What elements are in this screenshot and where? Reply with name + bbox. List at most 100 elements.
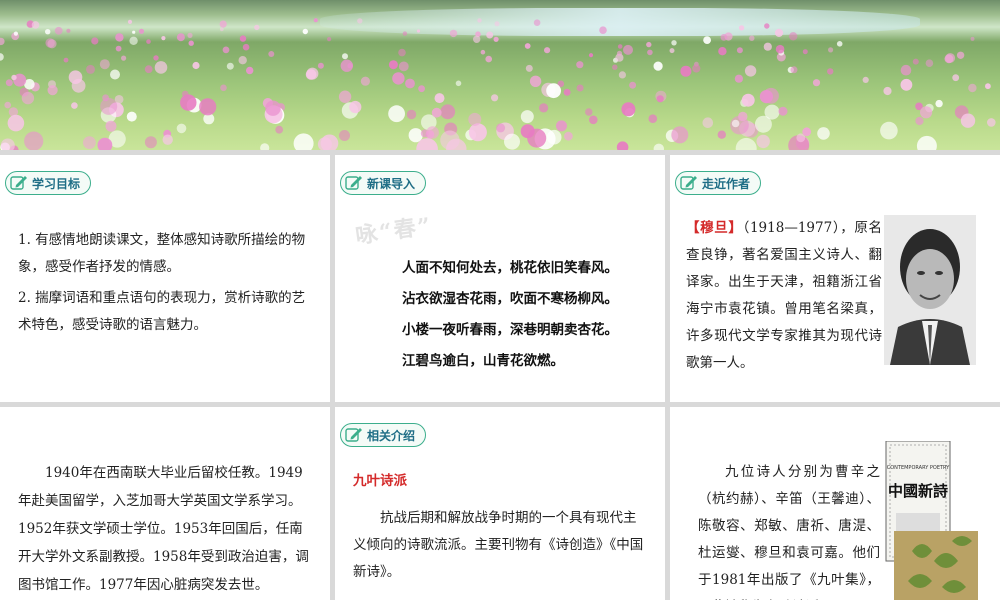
flower-blossom — [647, 49, 653, 56]
flower-blossom — [912, 58, 919, 65]
edit-icon — [10, 176, 27, 190]
flower-blossom — [305, 69, 317, 80]
flower-blossom — [778, 106, 788, 116]
flower-blossom — [408, 128, 423, 143]
flower-blossom — [671, 40, 677, 46]
author-name: 【穆旦】 — [686, 220, 743, 236]
poetry-school-title: 九叶诗派 — [353, 473, 407, 489]
flower-blossom — [556, 120, 567, 132]
flower-blossom — [47, 85, 58, 96]
flower-field — [0, 18, 996, 150]
flower-blossom — [653, 143, 664, 150]
flower-blossom — [764, 104, 780, 120]
flower-blossom — [827, 68, 834, 75]
flower-blossom — [731, 119, 740, 128]
flower-blossom — [246, 66, 254, 75]
flower-blossom — [952, 74, 960, 82]
flower-blossom — [180, 94, 197, 111]
flower-blossom — [24, 131, 44, 150]
flower-blossom — [692, 64, 701, 73]
flower-blossom — [738, 25, 745, 31]
flower-blossom — [653, 61, 663, 71]
flower-blossom — [293, 133, 314, 150]
lesson-intro-tag: 新课导入 — [340, 171, 427, 195]
flower-blossom — [599, 26, 607, 34]
flower-blossom — [242, 43, 250, 51]
flower-blossom — [520, 110, 534, 124]
flower-blossom — [802, 127, 812, 137]
flower-blossom — [576, 84, 584, 92]
flower-blossom — [91, 37, 99, 45]
flower-blossom — [110, 69, 120, 80]
flower-blossom — [480, 49, 486, 55]
flower-blossom — [618, 71, 627, 79]
flower-blossom — [265, 100, 281, 116]
flower-blossom — [176, 33, 185, 42]
flower-blossom — [31, 21, 40, 29]
flower-blossom — [491, 94, 499, 102]
flower-blossom — [99, 59, 110, 70]
flower-blossom — [617, 44, 623, 49]
poem-line: 人面不知何处去，桃花依旧笑春风。 — [402, 260, 618, 276]
flower-blossom — [47, 39, 57, 49]
learning-goals-tag: 学习目标 — [5, 171, 92, 195]
flower-blossom — [254, 24, 260, 31]
flower-blossom — [646, 41, 652, 48]
flower-blossom — [836, 41, 843, 47]
flower-blossom — [764, 23, 770, 29]
flower-blossom — [960, 113, 976, 128]
flower-blossom — [828, 47, 834, 53]
flower-blossom — [774, 28, 784, 37]
flower-blossom — [54, 26, 63, 35]
flower-blossom — [987, 118, 996, 127]
flower-blossom — [275, 125, 284, 134]
flower-blossom — [45, 29, 51, 35]
flower-blossom — [406, 109, 417, 120]
flower-blossom — [945, 53, 956, 63]
flower-blossom — [623, 44, 633, 55]
flower-blossom — [880, 121, 898, 140]
flower-blossom — [449, 29, 458, 38]
flower-blossom — [239, 35, 247, 42]
flower-blossom — [68, 70, 83, 84]
flower-blossom — [268, 51, 275, 57]
flower-blossom — [915, 116, 924, 126]
flower-blossom — [302, 28, 308, 35]
learning-goals-list: 1. 有感情地朗读课文，整体感知诗歌所描绘的物象，感受作者抒发的情感。 2. 揣… — [18, 227, 313, 343]
flower-blossom — [338, 90, 352, 103]
flower-blossom — [327, 37, 332, 42]
flower-blossom — [956, 51, 965, 59]
flower-blossom — [616, 50, 623, 57]
flower-blossom — [900, 78, 913, 91]
goal-item-1: 1. 有感情地朗读课文，整体感知诗歌所描绘的物象，感受作者抒发的情感。 — [18, 232, 306, 275]
flower-blossom — [418, 85, 425, 93]
edit-icon — [345, 428, 362, 442]
flower-blossom — [702, 117, 714, 128]
flower-blossom — [759, 90, 774, 104]
flower-blossom — [0, 138, 15, 150]
flower-blossom — [100, 97, 118, 115]
flower-blossom — [486, 31, 494, 39]
flower-blossom — [349, 100, 362, 114]
book-cover-title: 中國新詩 — [888, 482, 948, 500]
flower-blossom — [529, 75, 542, 88]
flower-blossom — [144, 136, 157, 149]
flower-blossom — [226, 62, 234, 70]
flower-blossom — [121, 55, 127, 61]
flower-blossom — [494, 21, 500, 27]
flower-blossom — [862, 76, 869, 83]
flower-blossom — [477, 18, 482, 23]
flower-blossom — [317, 62, 324, 69]
flower-blossom — [388, 105, 405, 123]
flower-blossom — [546, 83, 561, 99]
flower-blossom — [132, 30, 136, 34]
related-intro-title: 相关介绍 — [367, 428, 416, 443]
flower-blossom — [320, 134, 339, 150]
author-bio-text: （1918—1977），原名查良铮，著名爱国主义诗人、翻译家。出生于天津，祖籍浙… — [686, 220, 883, 371]
flower-blossom — [455, 80, 462, 87]
flower-blossom — [181, 90, 189, 98]
flower-blossom — [416, 29, 421, 33]
flower-blossom — [473, 35, 481, 43]
flower-blossom — [431, 107, 442, 118]
flower-blossom — [398, 61, 409, 72]
